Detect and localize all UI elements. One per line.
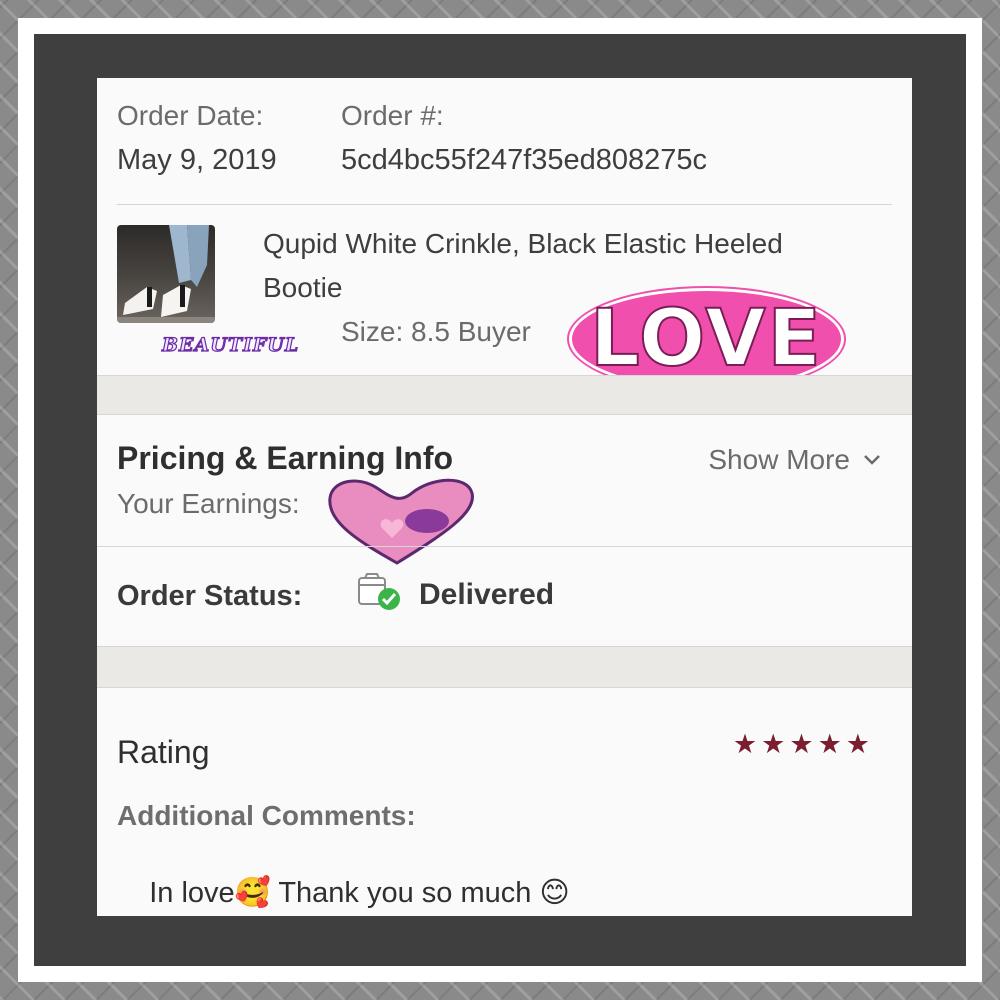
heart-sticker	[328, 478, 474, 565]
order-number-label: Order #:	[341, 100, 444, 131]
item-title-line2[interactable]: Bootie	[263, 272, 342, 304]
divider	[117, 204, 892, 205]
comment-text-start: In love	[149, 877, 235, 909]
item-title-line1[interactable]: Qupid White Crinkle, Black Elastic Heele…	[263, 228, 783, 260]
show-more-button[interactable]: Show More	[708, 444, 882, 476]
section-separator	[97, 375, 912, 415]
order-detail-card: Order Date: May 9, 2019 Order #: 5cd4bc5…	[97, 78, 912, 916]
star-icon: ★	[845, 729, 870, 759]
order-date-value: May 9, 2019	[117, 144, 277, 176]
earnings-label: Your Earnings:	[117, 488, 300, 519]
love-sticker-text: LOVE	[589, 293, 823, 385]
section-separator	[97, 646, 912, 688]
comment-text-end: Thank you so much	[270, 877, 540, 909]
order-status-value: Delivered	[419, 578, 555, 611]
order-date-label: Order Date:	[117, 100, 264, 131]
boots-photo-thumbnail[interactable]	[117, 225, 215, 323]
divider	[97, 546, 912, 547]
star-icon: ★	[817, 729, 842, 759]
smiling-face-emoji: 😊	[539, 877, 570, 909]
pricing-heading: Pricing & Earning Info	[117, 440, 454, 476]
rating-heading: Rating	[117, 734, 210, 770]
show-more-label: Show More	[708, 444, 850, 475]
beautiful-sticker: BEAUTIFUL	[161, 333, 300, 356]
rating-stars: ★ ★ ★ ★ ★	[733, 731, 870, 758]
chevron-down-icon	[864, 455, 880, 465]
star-icon: ★	[789, 729, 814, 759]
star-icon: ★	[761, 729, 786, 759]
order-status-label: Order Status:	[117, 580, 303, 612]
item-details: Size: 8.5 Buyer	[341, 316, 531, 347]
order-number-value: 5cd4bc55f247f35ed808275c	[341, 144, 708, 176]
comments-label: Additional Comments:	[117, 800, 416, 831]
star-icon: ★	[732, 729, 758, 759]
smiling-hearts-emoji: 🥰	[234, 877, 271, 909]
package-delivered-icon	[358, 573, 400, 610]
comments-text: In love🥰 Thank you so much 😊	[117, 842, 570, 916]
